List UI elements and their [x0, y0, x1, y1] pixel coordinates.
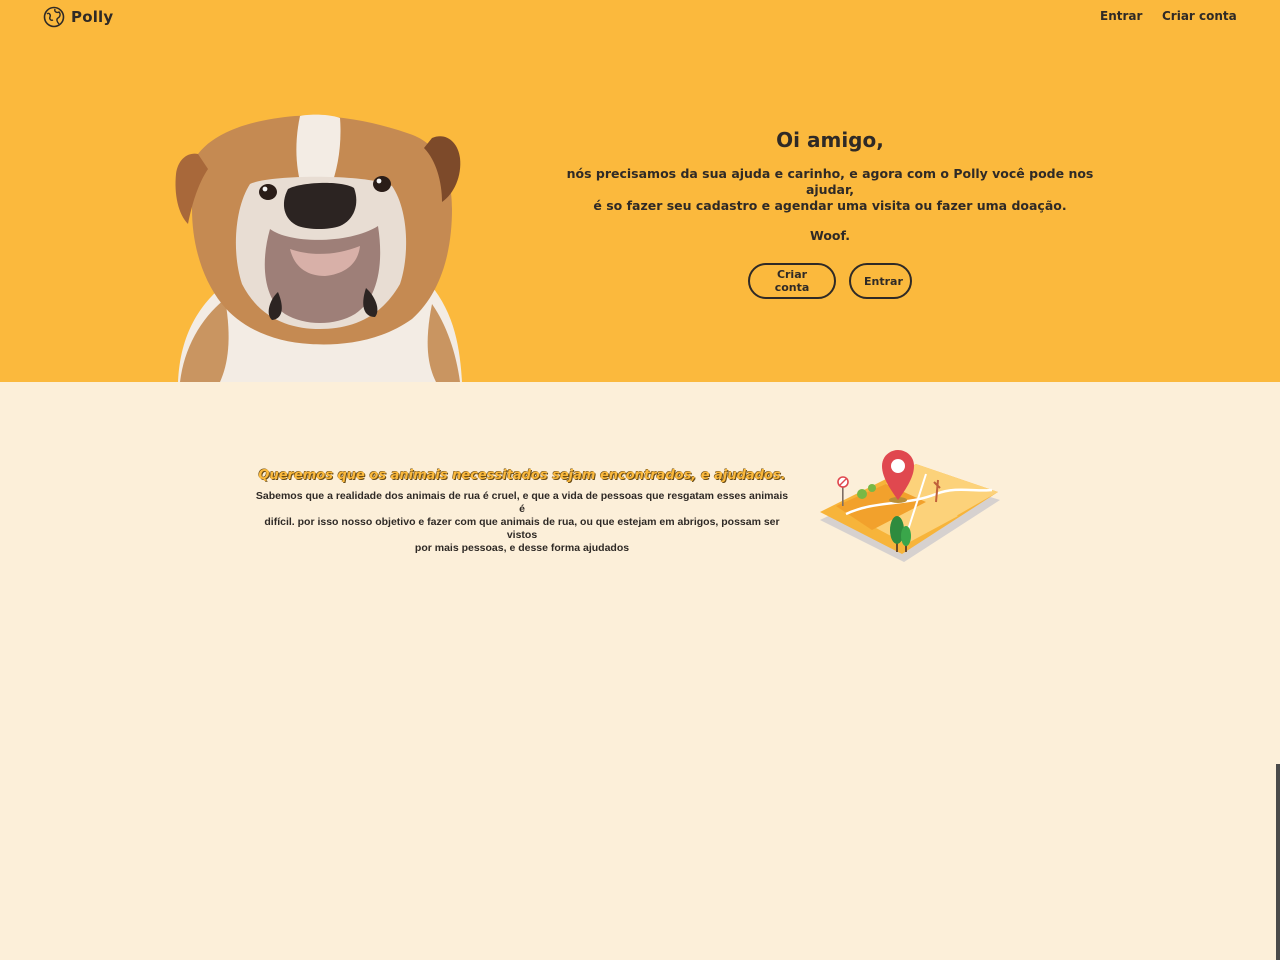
nav-signup-link[interactable]: Criar conta	[1162, 9, 1237, 23]
signup-button[interactable]: Criar conta	[748, 263, 836, 299]
nav-login-link[interactable]: Entrar	[1100, 9, 1142, 23]
map-location-illustration	[820, 450, 1000, 562]
brand-name: Polly	[71, 8, 114, 26]
mission-content: Queremos que os animais necessitados sej…	[254, 468, 790, 555]
mission-section: Queremos que os animais necessitados sej…	[0, 382, 1280, 960]
bulldog-image	[175, 114, 462, 382]
hero-greeting: Oi amigo,	[776, 128, 884, 152]
brand-logo[interactable]: Polly	[43, 6, 113, 28]
mission-title: Queremos que os animais necessitados sej…	[258, 468, 786, 483]
hero-line-1: nós precisamos da sua ajuda e carinho, e…	[566, 166, 1094, 197]
hero-line-2: é so fazer seu cadastro e agendar uma vi…	[593, 198, 1067, 213]
mission-line-1: Sabemos que a realidade dos animais de r…	[255, 490, 789, 515]
mission-line-3: por mais pessoas, e desse forma ajudados	[414, 542, 630, 554]
hero-description: nós precisamos da sua ajuda e carinho, e…	[560, 166, 1100, 214]
globe-paw-icon	[43, 6, 65, 28]
mission-line-2: difícil. por isso nosso objetivo e fazer…	[264, 516, 780, 541]
hero-woof: Woof.	[809, 228, 851, 243]
hero-section: Polly Entrar Criar conta Oi amigo, nós p…	[0, 0, 1280, 382]
hero-content: Oi amigo, nós precisamos da sua ajuda e …	[560, 128, 1100, 299]
login-button[interactable]: Entrar	[849, 263, 912, 299]
hero-actions: Criar conta Entrar	[560, 263, 1100, 299]
mission-description: Sabemos que a realidade dos animais de r…	[254, 490, 790, 555]
top-nav: Polly Entrar Criar conta	[0, 0, 1280, 34]
scrollbar-edge	[1276, 764, 1280, 960]
